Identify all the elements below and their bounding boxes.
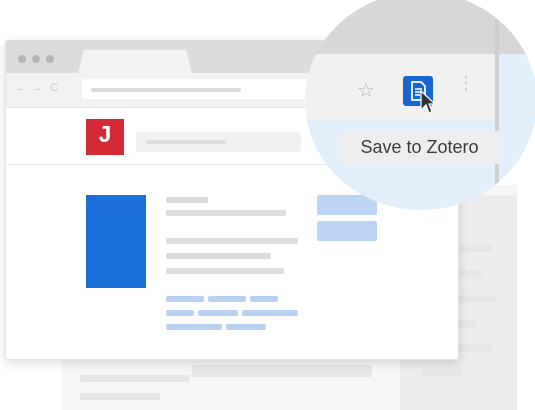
site-search-placeholder bbox=[146, 140, 226, 144]
browser-tab[interactable] bbox=[78, 50, 192, 74]
article-link-line[interactable] bbox=[208, 296, 246, 302]
article-link-line[interactable] bbox=[226, 324, 266, 330]
article-link-line[interactable] bbox=[166, 324, 222, 330]
magnified-window-edge bbox=[495, 20, 499, 210]
article-action-button[interactable] bbox=[317, 221, 377, 241]
mouse-cursor-icon bbox=[420, 90, 437, 114]
magnified-browser: ☆ ⋮ Save to Zotero bbox=[305, 0, 535, 210]
background-line bbox=[80, 375, 190, 382]
article-link-line[interactable] bbox=[166, 310, 194, 316]
article-thumbnail[interactable] bbox=[86, 195, 146, 288]
background-line bbox=[80, 393, 160, 400]
article-link-line[interactable] bbox=[166, 296, 204, 302]
article-text-line bbox=[166, 238, 298, 244]
article-text-line bbox=[166, 268, 284, 274]
background-line bbox=[422, 370, 462, 377]
window-minimize-dot[interactable] bbox=[32, 55, 40, 63]
article-link-line[interactable] bbox=[242, 310, 298, 316]
window-zoom-dot[interactable] bbox=[46, 55, 54, 63]
forward-arrow-icon[interactable]: → bbox=[32, 81, 43, 95]
article-link-line[interactable] bbox=[250, 296, 278, 302]
magnifier-callout: ☆ ⋮ Save to Zotero bbox=[305, 0, 535, 210]
article-title-line bbox=[166, 210, 286, 216]
window-close-dot[interactable] bbox=[18, 55, 26, 63]
more-menu-icon[interactable]: ⋮ bbox=[457, 74, 475, 92]
magnified-tabbar bbox=[305, 0, 535, 54]
bookmark-star-icon[interactable]: ☆ bbox=[357, 78, 375, 103]
journal-logo[interactable]: J bbox=[86, 119, 124, 155]
article-meta-line bbox=[166, 197, 208, 203]
background-block bbox=[192, 365, 372, 377]
address-bar-placeholder bbox=[91, 88, 241, 92]
reload-icon[interactable]: C bbox=[50, 81, 58, 95]
article-text-line bbox=[166, 253, 271, 259]
article-link-line[interactable] bbox=[198, 310, 238, 316]
save-to-zotero-tooltip: Save to Zotero bbox=[339, 131, 500, 164]
back-arrow-icon[interactable]: ← bbox=[16, 81, 27, 95]
